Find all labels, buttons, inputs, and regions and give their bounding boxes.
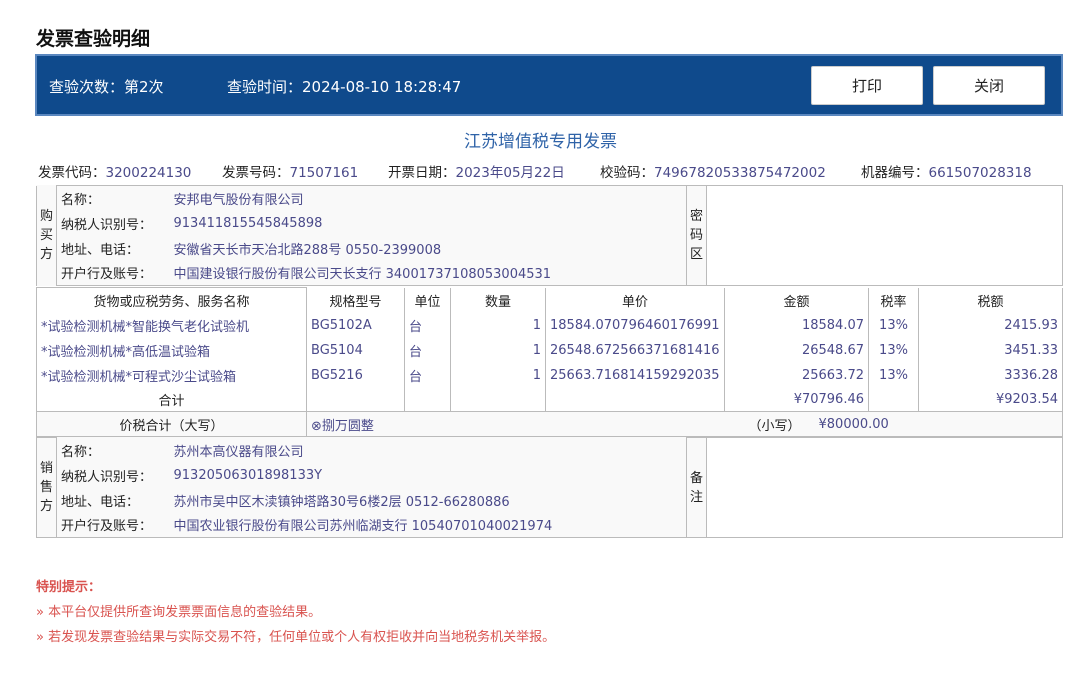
seller-bank: 中国农业银行股份有限公司苏州临湖支行 10540701040021974 bbox=[169, 512, 687, 538]
col-unit: 单位 bbox=[404, 287, 451, 313]
seller-name-label: 名称： bbox=[56, 437, 170, 463]
buyer-name-label: 名称： bbox=[56, 185, 170, 211]
total-amount: ¥70796.46 bbox=[724, 387, 869, 413]
item-rate: 13% bbox=[868, 312, 919, 338]
seller-tax-label: 纳税人识别号： bbox=[56, 462, 170, 488]
buyer-tax-label: 纳税人识别号： bbox=[56, 210, 170, 236]
item-name: *试验检测机械*可程式沙尘试验箱 bbox=[36, 362, 307, 388]
check-time: 查验时间：2024-08-10 18:28:47 bbox=[227, 78, 462, 96]
check-count: 查验次数：第2次 bbox=[49, 78, 164, 96]
item-unit: 台 bbox=[404, 312, 451, 338]
print-button[interactable]: 打印 bbox=[811, 66, 923, 105]
item-unit: 台 bbox=[404, 362, 451, 388]
note-item: » 本平台仅提供所查询发票票面信息的查验结果。 bbox=[36, 605, 322, 620]
cipher-area-label: 密码区 bbox=[686, 185, 707, 286]
buyer-section: 购买方 名称： 安邦电气股份有限公司 密码区 纳税人识别号： 9134118155458… bbox=[36, 185, 1063, 286]
col-amount: 金额 bbox=[724, 287, 869, 313]
remark-label: 备注 bbox=[686, 437, 707, 538]
item-qty: 1 bbox=[450, 337, 546, 363]
total-tax: ¥9203.54 bbox=[918, 387, 1063, 413]
notes-title: 特别提示： bbox=[36, 580, 102, 595]
seller-side-label: 销售方 bbox=[36, 437, 57, 538]
item-amount: 25663.72 bbox=[724, 362, 869, 388]
buyer-addr-label: 地址、电话： bbox=[56, 235, 170, 261]
col-spec: 规格型号 bbox=[306, 287, 405, 313]
grand-total-upper: ⊗捌万圆整 bbox=[306, 411, 725, 437]
invoice-number: 发票号码：71507161 bbox=[222, 165, 359, 181]
note-item: » 若发现发票查验结果与实际交易不符，任何单位或个人有权拒收并向当地税务机关举报… bbox=[36, 630, 556, 645]
machine-number: 机器编号：661507028318 bbox=[861, 165, 1032, 181]
item-price: 25663.716814159292035 bbox=[545, 362, 725, 388]
buyer-bank-label: 开户行及账号： bbox=[56, 260, 170, 286]
invoice-code: 发票代码：3200224130 bbox=[38, 165, 192, 181]
col-rate: 税率 bbox=[868, 287, 919, 313]
invoice-title: 江苏增值税专用发票 bbox=[464, 132, 617, 152]
total-row: 合计 ¥70796.46 ¥9203.54 bbox=[36, 387, 1063, 413]
buyer-tax-id: 913411815545845898 bbox=[169, 210, 687, 236]
buyer-name: 安邦电气股份有限公司 bbox=[169, 185, 687, 211]
col-name: 货物或应税劳务、服务名称 bbox=[36, 287, 307, 313]
seller-bank-label: 开户行及账号： bbox=[56, 512, 170, 538]
grand-total-row: 价税合计（大写） ⊗捌万圆整 （小写） ¥80000.00 bbox=[36, 411, 1063, 437]
item-spec: BG5104 bbox=[306, 337, 405, 363]
table-row: *试验检测机械*高低温试验箱 BG5104 台 1 26548.672566371681… bbox=[36, 337, 1063, 363]
remark-area bbox=[706, 437, 1063, 538]
item-price: 26548.672566371681416 bbox=[545, 337, 725, 363]
items-header: 货物或应税劳务、服务名称 规格型号 单位 数量 单价 金额 税率 税额 bbox=[36, 287, 1063, 313]
item-qty: 1 bbox=[450, 312, 546, 338]
item-tax: 3336.28 bbox=[918, 362, 1063, 388]
item-amount: 26548.67 bbox=[724, 337, 869, 363]
item-rate: 13% bbox=[868, 337, 919, 363]
col-qty: 数量 bbox=[450, 287, 546, 313]
total-label: 合计 bbox=[36, 387, 307, 413]
table-row: *试验检测机械*智能换气老化试验机 BG5102A 台 1 18584.07079646… bbox=[36, 312, 1063, 338]
item-spec: BG5216 bbox=[306, 362, 405, 388]
close-button[interactable]: 关闭 bbox=[933, 66, 1045, 105]
item-tax: 3451.33 bbox=[918, 337, 1063, 363]
items-table: 货物或应税劳务、服务名称 规格型号 单位 数量 单价 金额 税率 税额 *试验检… bbox=[36, 287, 1063, 413]
seller-section: 销售方 名称： 苏州本高仪器有限公司 备注 纳税人识别号： 91320506301898… bbox=[36, 437, 1063, 538]
item-name: *试验检测机械*高低温试验箱 bbox=[36, 337, 307, 363]
check-code: 校验码：74967820533875472002 bbox=[600, 165, 826, 181]
item-name: *试验检测机械*智能换气老化试验机 bbox=[36, 312, 307, 338]
buyer-bank: 中国建设银行股份有限公司天长支行 34001737108053004531 bbox=[169, 260, 687, 286]
invoice-date: 开票日期：2023年05月22日 bbox=[388, 165, 565, 181]
col-price: 单价 bbox=[545, 287, 725, 313]
item-price: 18584.070796460176991 bbox=[545, 312, 725, 338]
item-rate: 13% bbox=[868, 362, 919, 388]
seller-address: 苏州市吴中区木渎镇钟塔路30号6楼2层 0512-66280886 bbox=[169, 487, 687, 513]
item-tax: 2415.93 bbox=[918, 312, 1063, 338]
seller-tax-id: 91320506301898133Y bbox=[169, 462, 687, 488]
buyer-address: 安徽省天长市天冶北路288号 0550-2399008 bbox=[169, 235, 687, 261]
grand-total-small-label: （小写） bbox=[724, 411, 805, 437]
item-spec: BG5102A bbox=[306, 312, 405, 338]
header-bar: 查验次数：第2次 查验时间：2024-08-10 18:28:47 打印 关闭 bbox=[35, 54, 1063, 116]
special-notes: 特别提示： » 本平台仅提供所查询发票票面信息的查验结果。 » 若发现发票查验结… bbox=[36, 575, 555, 650]
item-qty: 1 bbox=[450, 362, 546, 388]
item-amount: 18584.07 bbox=[724, 312, 869, 338]
cipher-area bbox=[706, 185, 1063, 286]
page-title: 发票查验明细 bbox=[36, 28, 151, 50]
buyer-side-label: 购买方 bbox=[36, 185, 57, 286]
col-tax: 税额 bbox=[918, 287, 1063, 313]
item-unit: 台 bbox=[404, 337, 451, 363]
seller-addr-label: 地址、电话： bbox=[56, 487, 170, 513]
seller-name: 苏州本高仪器有限公司 bbox=[169, 437, 687, 463]
grand-total-small: ¥80000.00 bbox=[804, 411, 1063, 437]
grand-total-label: 价税合计（大写） bbox=[36, 411, 307, 437]
table-row: *试验检测机械*可程式沙尘试验箱 BG5216 台 1 25663.7168141592… bbox=[36, 362, 1063, 388]
